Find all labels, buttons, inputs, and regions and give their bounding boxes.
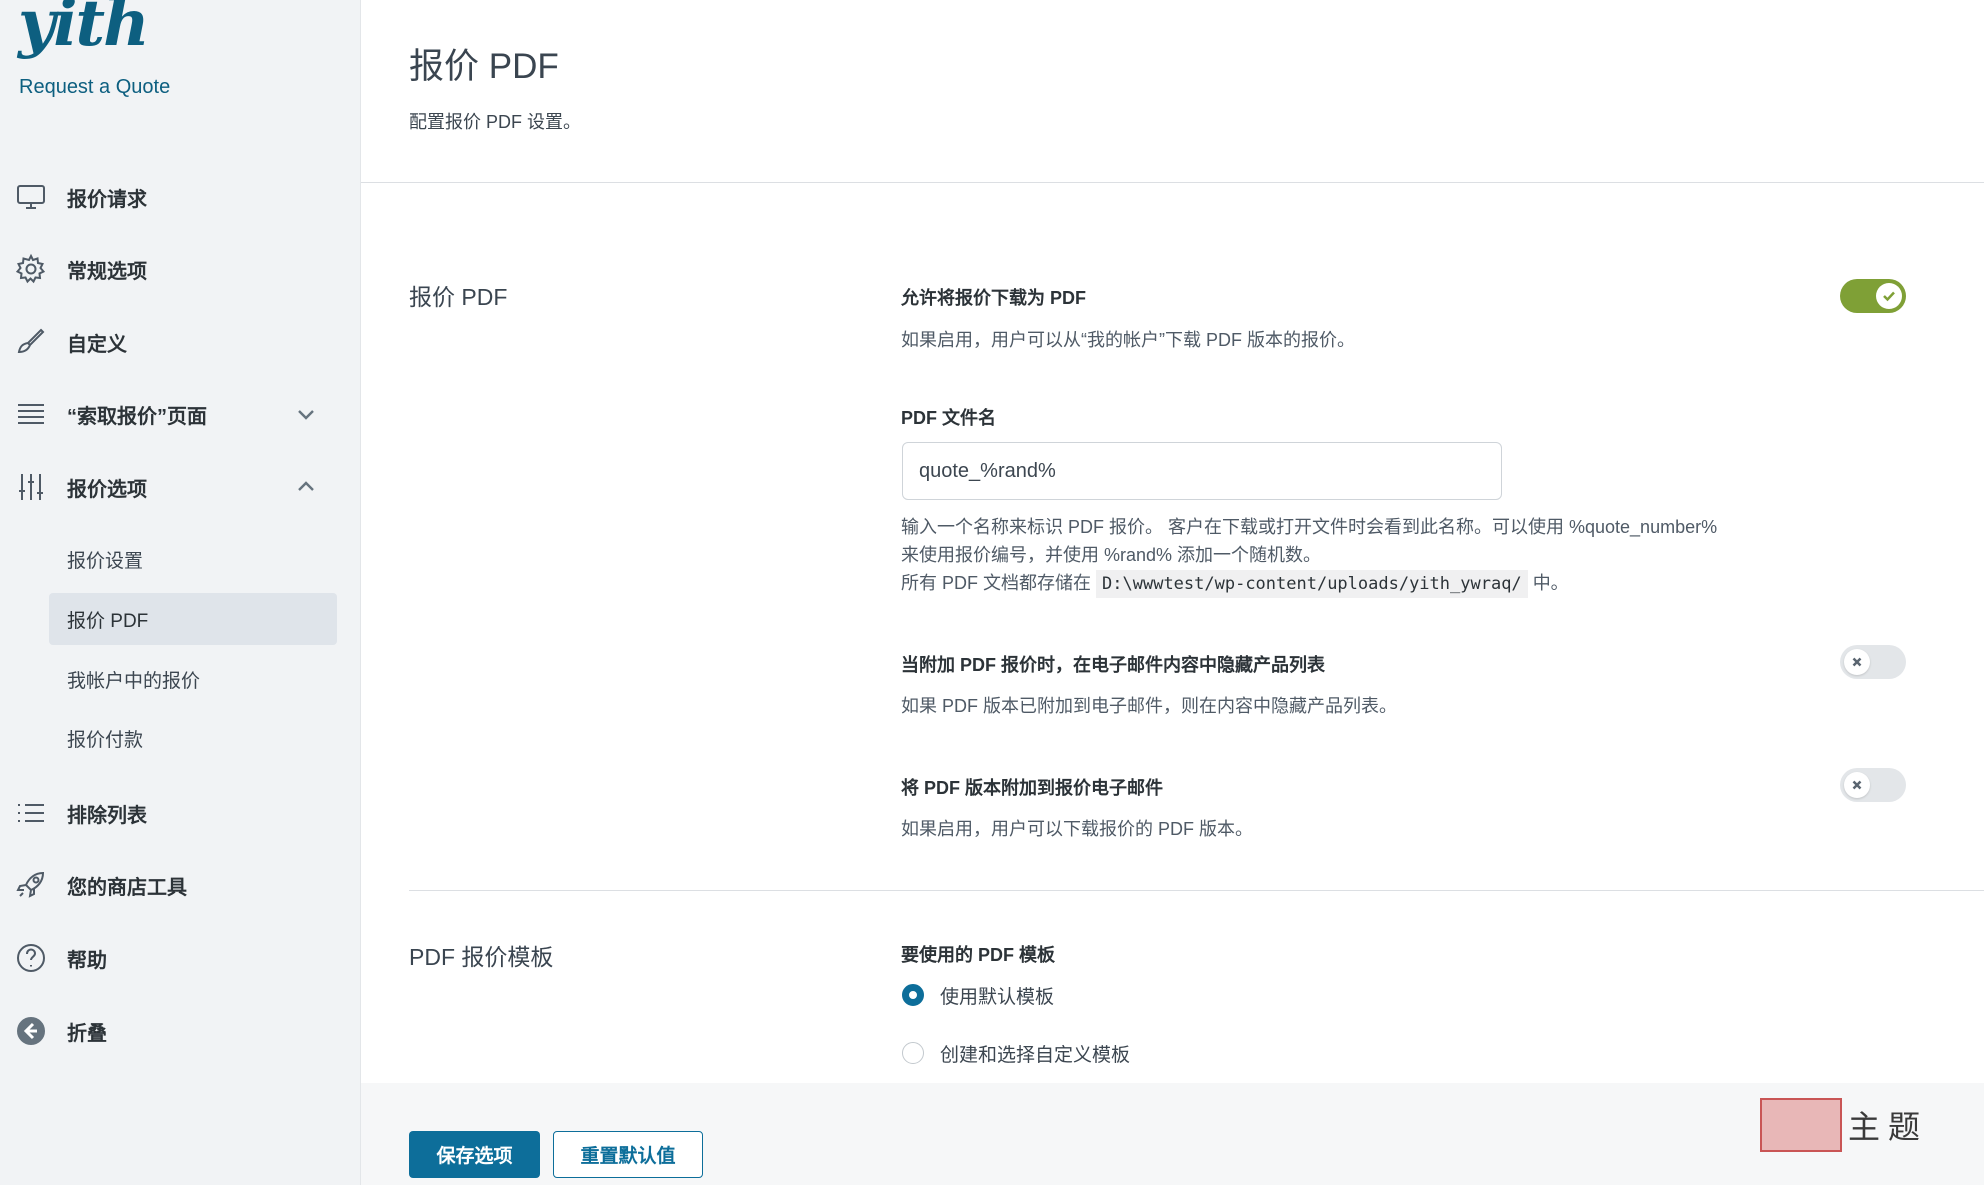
sidebar-item-label: 报价选项 xyxy=(67,478,147,501)
submenu-item-quote-settings[interactable]: 报价设置 xyxy=(49,533,337,585)
watermark: 主题 xyxy=(1760,1098,1940,1152)
radio-label: 创建和选择自定义模板 xyxy=(940,1044,1131,1066)
check-icon xyxy=(1883,291,1895,302)
sidebar-item-label: 您的商店工具 xyxy=(67,876,187,899)
submenu-item-label: 报价 PDF xyxy=(67,610,149,632)
sidebar-item-quote-options[interactable]: 报价选项 xyxy=(0,459,360,515)
sidebar-item-quote-requests[interactable]: 报价请求 xyxy=(0,169,360,225)
brush-icon xyxy=(14,325,48,359)
close-icon xyxy=(1852,780,1862,790)
radio-default-template[interactable]: 使用默认模板 xyxy=(902,980,1054,1010)
attach-pdf-description: 如果启用，用户可以下载报价的 PDF 版本。 xyxy=(901,819,1254,839)
submenu-item-quotes-in-account[interactable]: 我帐户中的报价 xyxy=(49,653,337,705)
reset-defaults-button[interactable]: 重置默认值 xyxy=(553,1131,703,1178)
storage-path-code: D:\wwwtest/wp-content/uploads/yith_ywraq… xyxy=(1096,570,1528,598)
sidebar-item-help[interactable]: 帮助 xyxy=(0,930,360,986)
sidebar-item-label: 自定义 xyxy=(67,333,127,356)
hide-products-description: 如果 PDF 版本已附加到电子邮件，则在内容中隐藏产品列表。 xyxy=(901,696,1397,716)
storage-path-prefix: 所有 PDF 文档都存储在 xyxy=(901,573,1092,593)
rocket-icon xyxy=(14,868,48,902)
pdf-template-label: 要使用的 PDF 模板 xyxy=(901,945,1056,965)
chevron-down-icon[interactable] xyxy=(294,402,318,426)
pdf-filename-label: PDF 文件名 xyxy=(901,408,997,428)
submenu-item-label: 报价付款 xyxy=(67,729,144,751)
layers-icon xyxy=(14,397,48,431)
help-icon xyxy=(14,941,48,975)
sidebar-item-label: “索取报价”页面 xyxy=(67,405,207,428)
toggle-knob xyxy=(1844,772,1870,798)
submenu-item-label: 我帐户中的报价 xyxy=(67,670,201,692)
page-header xyxy=(361,0,1984,183)
save-options-button[interactable]: 保存选项 xyxy=(409,1131,540,1178)
sidebar-item-label: 帮助 xyxy=(67,949,107,972)
pdf-filename-input[interactable] xyxy=(902,442,1502,500)
sidebar-item-general-options[interactable]: 常规选项 xyxy=(0,241,360,297)
allow-download-toggle[interactable] xyxy=(1840,279,1906,313)
sidebar-item-exclusion-list[interactable]: 排除列表 xyxy=(0,785,360,841)
yith-logo: yith xyxy=(18,0,150,61)
sidebar-item-customize[interactable]: 自定义 xyxy=(0,314,360,370)
attach-pdf-label: 将 PDF 版本附加到报价电子邮件 xyxy=(901,778,1164,798)
submenu-item-label: 报价设置 xyxy=(67,550,144,572)
arrow-left-circle-icon xyxy=(14,1014,48,1048)
watermark-seal xyxy=(1760,1098,1842,1152)
allow-download-label: 允许将报价下载为 PDF xyxy=(901,288,1087,308)
radio-button[interactable] xyxy=(902,984,924,1006)
sidebar-item-request-page[interactable]: “索取报价”页面 xyxy=(0,386,360,442)
sidebar-item-label: 排除列表 xyxy=(67,804,147,827)
page-title: 报价 PDF xyxy=(409,47,559,86)
monitor-icon xyxy=(14,180,48,214)
sidebar: yith Request a Quote 报价请求 常规选项 自定义 “索取报价… xyxy=(0,0,361,1185)
sidebar-item-store-tools[interactable]: 您的商店工具 xyxy=(0,857,360,913)
storage-path-suffix: 中。 xyxy=(1532,573,1569,593)
close-icon xyxy=(1852,657,1862,667)
sidebar-item-collapse[interactable]: 折叠 xyxy=(0,1003,360,1059)
list-icon xyxy=(14,796,48,830)
gear-icon xyxy=(14,252,48,286)
sidebar-item-label: 折叠 xyxy=(67,1022,107,1045)
pdf-filename-description: 输入一个名称来标识 PDF 报价。 客户在下载或打开文件时会看到此名称。可以使用… xyxy=(901,513,1717,598)
hide-products-label: 当附加 PDF 报价时，在电子邮件内容中隐藏产品列表 xyxy=(901,655,1325,675)
radio-label: 使用默认模板 xyxy=(940,986,1055,1008)
pdf-filename-desc-line2: 来使用报价编号，并使用 %rand% 添加一个随机数。 xyxy=(901,545,1322,565)
radio-custom-template[interactable]: 创建和选择自定义模板 xyxy=(902,1038,1130,1068)
radio-button[interactable] xyxy=(902,1042,924,1064)
pdf-filename-desc-line3: 所有 PDF 文档都存储在 D:\wwwtest/wp-content/uplo… xyxy=(901,569,1717,598)
section-divider xyxy=(409,890,1984,891)
hide-products-toggle[interactable] xyxy=(1840,645,1906,679)
sidebar-item-label: 报价请求 xyxy=(67,188,147,211)
toggle-knob xyxy=(1876,283,1902,309)
section-title-pdf-template: PDF 报价模板 xyxy=(409,944,554,970)
plugin-name: Request a Quote xyxy=(19,76,171,98)
page-subtitle: 配置报价 PDF 设置。 xyxy=(409,112,582,132)
section-title-quote-pdf: 报价 PDF xyxy=(409,284,508,310)
chevron-up-icon[interactable] xyxy=(294,475,318,499)
attach-pdf-toggle[interactable] xyxy=(1840,768,1906,802)
submenu-item-quote-payment[interactable]: 报价付款 xyxy=(49,712,337,764)
allow-download-description: 如果启用，用户可以从“我的帐户”下载 PDF 版本的报价。 xyxy=(901,330,1355,350)
submenu-item-quote-pdf[interactable]: 报价 PDF xyxy=(49,593,337,645)
sidebar-item-label: 常规选项 xyxy=(67,260,147,283)
sliders-icon xyxy=(14,470,48,504)
watermark-text: 主题 xyxy=(1848,1108,1929,1146)
toggle-knob xyxy=(1844,649,1870,675)
pdf-filename-desc-line1: 输入一个名称来标识 PDF 报价。 客户在下载或打开文件时会看到此名称。可以使用… xyxy=(901,517,1718,537)
